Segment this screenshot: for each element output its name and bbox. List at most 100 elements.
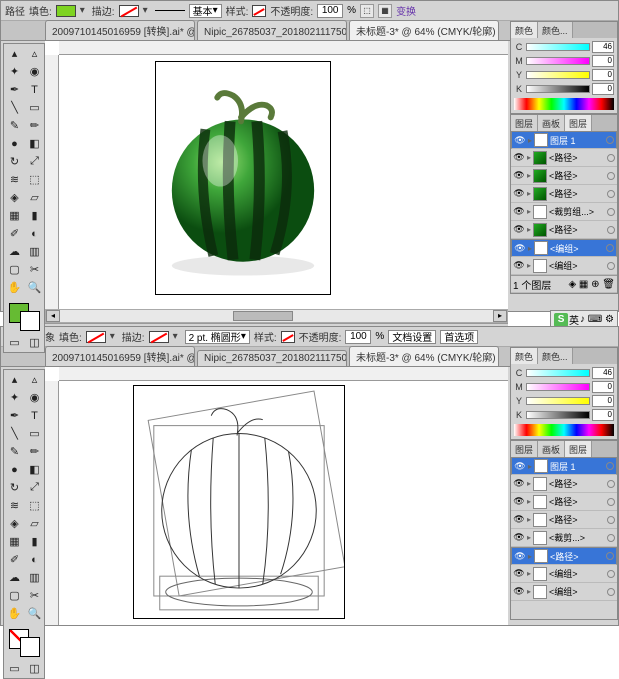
prefs-button[interactable]: 首选项 <box>440 330 478 344</box>
ruler-vertical[interactable] <box>45 55 59 309</box>
expand-icon[interactable]: ▸ <box>528 552 532 561</box>
width-tool[interactable]: ≋ <box>5 497 24 514</box>
layer-name[interactable]: <编组> <box>549 567 605 580</box>
fill-swatch[interactable] <box>56 5 76 17</box>
panel-tab-guide[interactable]: 颜色... <box>538 22 573 38</box>
color-picker[interactable] <box>5 299 44 333</box>
perspective-tool[interactable]: ▱ <box>25 189 44 206</box>
blob-tool[interactable]: ● <box>5 135 24 152</box>
doc-tab[interactable]: 2009710145016959 [转换].ai* @ 141.06% (...… <box>45 346 195 366</box>
symbol-tool[interactable]: ☁ <box>5 243 24 260</box>
panel-tab[interactable]: 图层 <box>565 115 592 131</box>
scroll-thumb[interactable] <box>233 311 293 321</box>
pen-tool[interactable]: ✒ <box>5 81 24 98</box>
stroke-swatch[interactable] <box>119 5 139 17</box>
perspective-tool[interactable]: ▱ <box>25 515 44 532</box>
eraser-tool[interactable]: ◧ <box>25 461 44 478</box>
doc-tab-active[interactable]: 未标题-3* @ 64% (CMYK/轮廓)× <box>349 20 499 40</box>
layer-row[interactable]: 👁▸<路径> <box>511 547 617 565</box>
target-icon[interactable] <box>607 480 615 488</box>
panel-tab[interactable]: 颜色... <box>538 348 573 364</box>
align-icon[interactable]: ▦ <box>378 4 392 18</box>
screen-mode-tool[interactable]: ▭ <box>5 660 24 677</box>
target-icon[interactable] <box>607 154 615 162</box>
chevron-down-icon[interactable]: ▾ <box>110 331 118 342</box>
eyedropper-tool[interactable]: ✐ <box>5 225 24 242</box>
scale-tool[interactable]: ⤢ <box>25 479 44 496</box>
rotate-tool[interactable]: ↻ <box>5 153 24 170</box>
visibility-icon[interactable]: 👁 <box>513 188 525 200</box>
layer-row[interactable]: 👁▸<路径> <box>511 167 617 185</box>
canvas[interactable] <box>45 367 508 625</box>
layer-row[interactable]: 👁▸图层 1 <box>511 457 617 475</box>
panel-tab-color[interactable]: 颜色 <box>511 22 538 38</box>
layer-name[interactable]: <路径> <box>549 187 605 200</box>
opacity-input[interactable]: 100 <box>345 330 371 344</box>
wand-tool[interactable]: ✦ <box>5 389 24 406</box>
visibility-icon[interactable]: 👁 <box>514 550 526 562</box>
expand-icon[interactable]: ▸ <box>527 533 531 542</box>
layer-name[interactable]: 图层 1 <box>550 460 604 473</box>
expand-icon[interactable]: ▸ <box>527 153 531 162</box>
canvas[interactable] <box>45 41 508 309</box>
target-icon[interactable] <box>607 190 615 198</box>
layer-row[interactable]: 👁▸<裁剪组...> <box>511 203 617 221</box>
brush-tool[interactable]: ✎ <box>5 443 24 460</box>
line-tool[interactable]: ╲ <box>5 425 24 442</box>
layer-actions[interactable]: ◈ ▦ ⊕ 🗑 <box>568 279 615 290</box>
panel-tab[interactable]: 画板 <box>538 115 565 131</box>
expand-icon[interactable]: ▸ <box>527 569 531 578</box>
chevron-down-icon[interactable]: ▾ <box>173 331 181 342</box>
expand-icon[interactable]: ▸ <box>528 462 532 471</box>
panel-tab[interactable]: 画板 <box>538 441 565 457</box>
target-icon[interactable] <box>606 244 614 252</box>
artboard[interactable] <box>133 385 345 619</box>
shape-builder-tool[interactable]: ◈ <box>5 189 24 206</box>
layer-row[interactable]: 👁▸<路径> <box>511 149 617 167</box>
visibility-icon[interactable]: 👁 <box>513 260 525 272</box>
scroll-left-icon[interactable]: ◂ <box>46 310 60 322</box>
style-swatch[interactable] <box>252 5 266 17</box>
visibility-icon[interactable]: 👁 <box>513 478 525 490</box>
ruler-vertical[interactable] <box>45 381 59 625</box>
zoom-tool[interactable]: 🔍 <box>25 279 44 296</box>
layer-name[interactable]: <路径> <box>549 495 605 508</box>
docsetup-button[interactable]: 文档设置 <box>388 330 436 344</box>
blend-tool[interactable]: ◐ <box>25 551 44 568</box>
layer-row[interactable]: 👁▸<编组> <box>511 239 617 257</box>
target-icon[interactable] <box>607 262 615 270</box>
ime-icon[interactable]: S <box>554 313 568 327</box>
color-picker[interactable] <box>5 625 44 659</box>
shape-builder-tool[interactable]: ◈ <box>5 515 24 532</box>
pen-tool[interactable]: ✒ <box>5 407 24 424</box>
layer-name[interactable]: 图层 1 <box>550 134 604 147</box>
stroke-swatch[interactable] <box>149 331 169 343</box>
expand-icon[interactable]: ▸ <box>527 497 531 506</box>
panel-tab[interactable]: 颜色 <box>511 348 538 364</box>
selection-tool[interactable]: ▴ <box>5 371 24 388</box>
chevron-down-icon[interactable]: ▾ <box>80 5 88 16</box>
background-color[interactable] <box>20 311 40 331</box>
free-transform-tool[interactable]: ⬚ <box>25 497 44 514</box>
target-icon[interactable] <box>607 570 615 578</box>
doc-tab[interactable]: 2009710145016959 [转换].ai* @ 141.06% (RGB… <box>45 20 195 40</box>
doc-tab[interactable]: Nipic_26785037_20180211175057703037.ai* … <box>197 350 347 366</box>
ruler-horizontal[interactable] <box>59 367 508 381</box>
pencil-tool[interactable]: ✏ <box>25 117 44 134</box>
expand-icon[interactable]: ▸ <box>527 171 531 180</box>
rect-tool[interactable]: ▭ <box>25 99 44 116</box>
visibility-icon[interactable]: 👁 <box>513 496 525 508</box>
panel-tab[interactable]: 图层 <box>511 441 538 457</box>
visibility-icon[interactable]: 👁 <box>514 134 526 146</box>
scale-tool[interactable]: ⤢ <box>25 153 44 170</box>
expand-icon[interactable]: ▸ <box>527 207 531 216</box>
layer-name[interactable]: <路径> <box>549 513 605 526</box>
rect-tool[interactable]: ▭ <box>25 425 44 442</box>
layer-row[interactable]: 👁▸<编组> <box>511 257 617 275</box>
slice-tool[interactable]: ✂ <box>25 261 44 278</box>
layer-row[interactable]: 👁▸ <路径> <box>511 493 617 511</box>
visibility-icon[interactable]: 👁 <box>513 152 525 164</box>
c-value[interactable]: 46 <box>592 41 614 53</box>
layer-row[interactable]: 👁▸图层 1 <box>511 131 617 149</box>
opacity-input[interactable]: 100 <box>317 4 343 18</box>
